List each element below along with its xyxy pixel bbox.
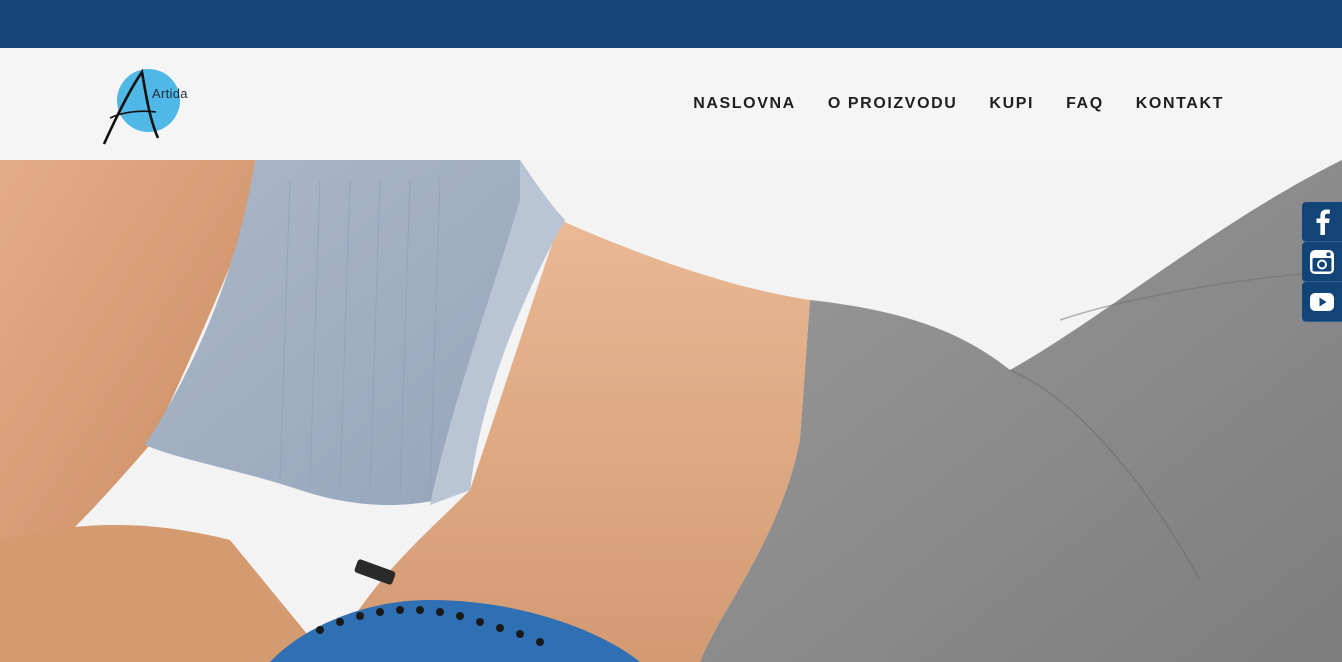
nav-item-kontakt[interactable]: KONTAKT <box>1136 95 1224 113</box>
nav-item-naslovna[interactable]: NASLOVNA <box>693 95 796 113</box>
instagram-button[interactable] <box>1302 242 1342 282</box>
nav-item-o-proizvodu[interactable]: O PROIZVODU <box>828 95 958 113</box>
facebook-icon <box>1316 209 1330 235</box>
hero-image <box>0 160 1342 662</box>
social-sidebar <box>1302 202 1342 322</box>
facebook-button[interactable] <box>1302 202 1342 242</box>
youtube-icon <box>1310 292 1334 311</box>
artida-logo[interactable]: Artida <box>100 66 210 146</box>
logo-letter-a <box>102 68 160 145</box>
hero-banner <box>0 160 1342 662</box>
top-bar <box>0 0 1342 48</box>
site-header: Artida NASLOVNA O PROIZVODU KUPI FAQ KON… <box>0 48 1342 160</box>
logo-text: Artida <box>152 86 188 101</box>
main-nav: NASLOVNA O PROIZVODU KUPI FAQ KONTAKT <box>693 48 1224 160</box>
youtube-button[interactable] <box>1302 282 1342 322</box>
nav-item-kupi[interactable]: KUPI <box>989 95 1034 113</box>
nav-item-faq[interactable]: FAQ <box>1066 95 1104 113</box>
instagram-icon <box>1310 249 1334 274</box>
